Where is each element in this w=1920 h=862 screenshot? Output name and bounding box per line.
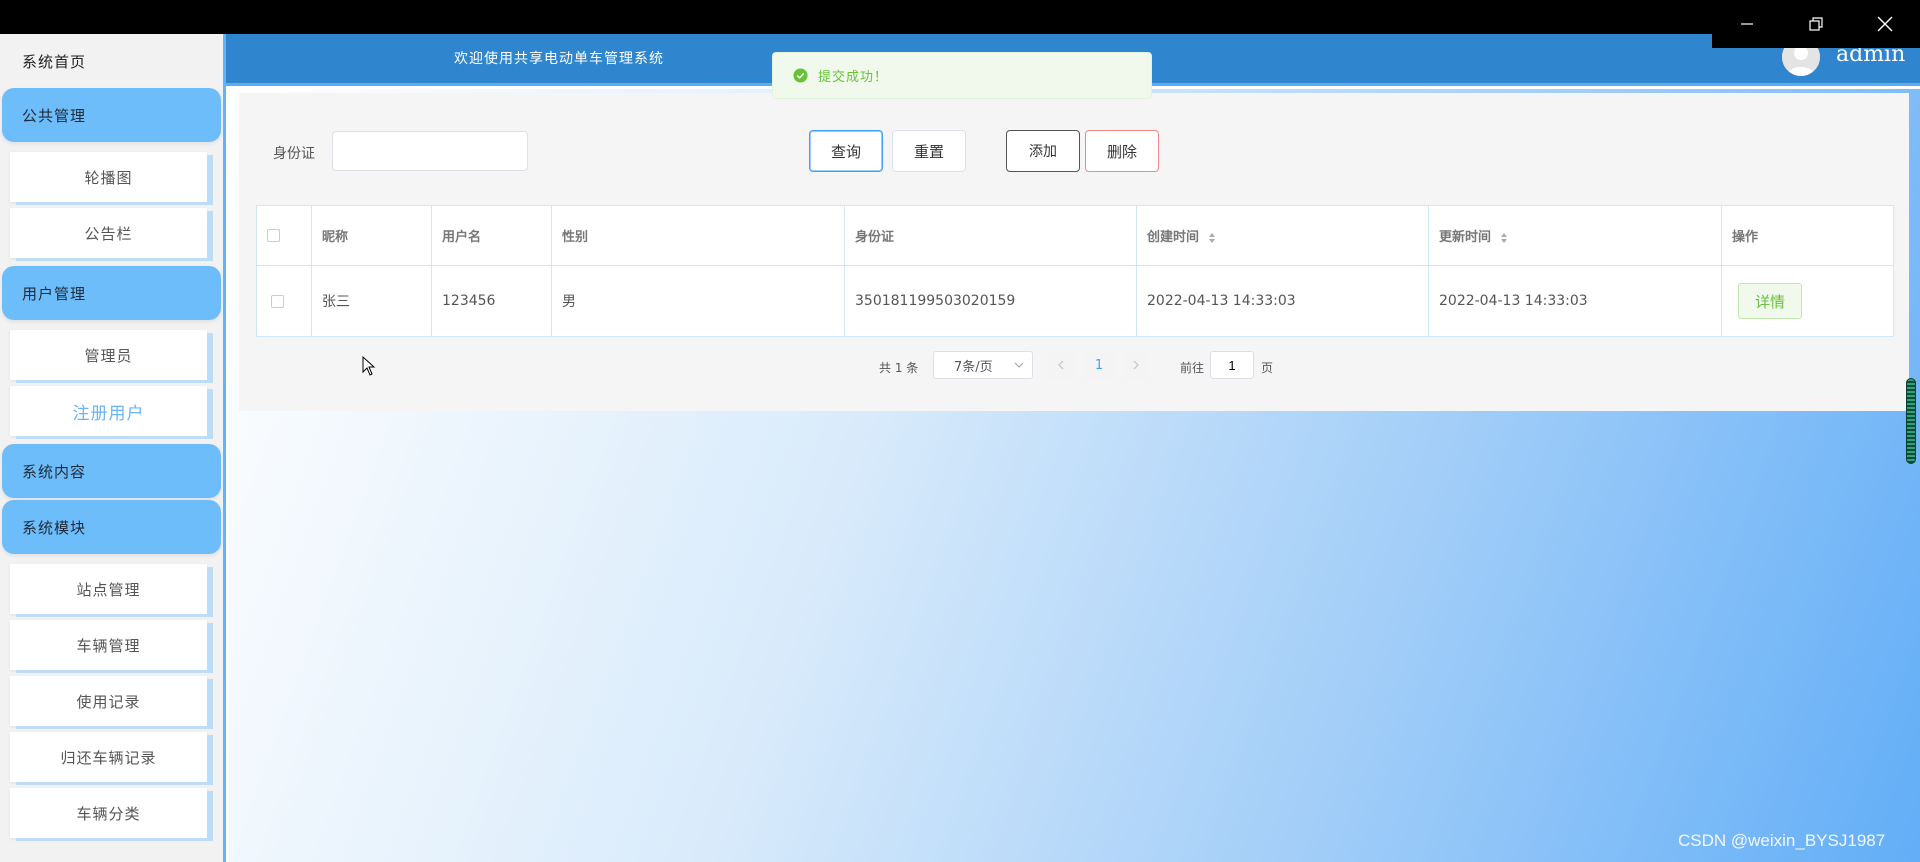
watermark: CSDN @weixin_BYSJ1987 [1678, 831, 1886, 850]
sidebar-item-vehicles[interactable]: 车辆管理 [10, 620, 207, 670]
reset-button[interactable]: 重置 [892, 130, 966, 172]
goto-label: 前往 [1180, 361, 1205, 375]
sort-icon[interactable] [1208, 232, 1216, 244]
sidebar-item-registered-users[interactable]: 注册用户 [10, 386, 207, 436]
close-icon [1877, 16, 1892, 32]
table-header-row: 昵称 用户名 性别 身份证 创建时间 更新时间 操作 [256, 205, 1894, 266]
scrollbar-thumb[interactable] [1906, 378, 1916, 464]
sidebar-home[interactable]: 系统首页 [0, 34, 223, 88]
id-card-search-input[interactable] [332, 131, 528, 171]
sidebar-group-modules[interactable]: 系统模块 [2, 500, 221, 554]
column-created-label: 创建时间 [1147, 230, 1200, 245]
sidebar-group-users[interactable]: 用户管理 [2, 266, 221, 320]
restore-icon [1808, 17, 1823, 31]
mouse-cursor-icon [362, 356, 376, 376]
row-checkbox[interactable] [271, 294, 284, 308]
users-table: 昵称 用户名 性别 身份证 创建时间 更新时间 操作 张三 123456 男 3… [256, 205, 1894, 337]
pagination: 共 1 条 7条/页 1 前往 页 [239, 351, 1909, 381]
toast-message: 提交成功！ [818, 70, 889, 85]
page-suffix: 页 [1261, 361, 1274, 375]
close-window-button[interactable] [1850, 0, 1919, 48]
delete-button[interactable]: 删除 [1085, 130, 1159, 172]
table-row: 张三 123456 男 350181199503020159 2022-04-1… [256, 265, 1894, 337]
column-created[interactable]: 创建时间 [1136, 205, 1429, 266]
column-nickname: 昵称 [311, 205, 432, 266]
column-id-card: 身份证 [844, 205, 1137, 266]
prev-page-button[interactable] [1047, 351, 1075, 379]
page-size-value: 7条/页 [954, 359, 993, 375]
pagination-total: 共 1 条 [879, 361, 919, 375]
search-label: 身份证 [273, 146, 315, 162]
page-size-select[interactable]: 7条/页 [933, 351, 1033, 379]
welcome-text: 欢迎使用共享电动单车管理系统 [454, 51, 664, 67]
select-all-checkbox[interactable] [267, 229, 280, 242]
cell-gender: 男 [551, 265, 845, 337]
column-gender: 性别 [551, 205, 845, 266]
column-updated[interactable]: 更新时间 [1428, 205, 1722, 266]
content-panel: 身份证 查询 重置 添加 删除 昵称 用户名 性别 身份证 创建时间 更新时间 … [239, 93, 1909, 411]
column-updated-label: 更新时间 [1439, 230, 1492, 245]
minimize-icon [1740, 23, 1753, 25]
query-button[interactable]: 查询 [809, 130, 883, 172]
sidebar-item-notice[interactable]: 公告栏 [10, 208, 207, 258]
sidebar-item-return-records[interactable]: 归还车辆记录 [10, 732, 207, 782]
page-number-button[interactable]: 1 [1082, 351, 1116, 379]
sidebar-item-vehicle-categories[interactable]: 车辆分类 [10, 788, 207, 838]
sidebar-item-carousel[interactable]: 轮播图 [10, 152, 207, 202]
window-titlebar [0, 0, 1920, 34]
main-content: 身份证 查询 重置 添加 删除 昵称 用户名 性别 身份证 创建时间 更新时间 … [229, 89, 1920, 862]
cell-updated: 2022-04-13 14:33:03 [1428, 265, 1722, 337]
sidebar: 系统首页 公共管理 轮播图 公告栏 用户管理 管理员 注册用户 系统内容 系统模… [0, 34, 226, 862]
sidebar-item-admins[interactable]: 管理员 [10, 330, 207, 380]
cell-id-card: 350181199503020159 [844, 265, 1137, 337]
cell-created: 2022-04-13 14:33:03 [1136, 265, 1429, 337]
minimize-button[interactable] [1712, 0, 1781, 48]
sidebar-item-usage-records[interactable]: 使用记录 [10, 676, 207, 726]
restore-button[interactable] [1781, 0, 1850, 48]
window-controls [1712, 0, 1920, 48]
sort-icon[interactable] [1500, 232, 1508, 244]
chevron-down-icon [1014, 362, 1024, 368]
chevron-left-icon [1058, 360, 1064, 370]
sidebar-item-stations[interactable]: 站点管理 [10, 564, 207, 614]
select-all-cell [256, 205, 312, 266]
row-select-cell [256, 265, 312, 337]
cell-actions: 详情 [1721, 265, 1894, 337]
chevron-right-icon [1133, 360, 1139, 370]
detail-button[interactable]: 详情 [1738, 283, 1802, 319]
sidebar-group-public[interactable]: 公共管理 [2, 88, 221, 142]
cell-nickname: 张三 [311, 265, 432, 337]
column-actions: 操作 [1721, 205, 1894, 266]
cell-username: 123456 [431, 265, 552, 337]
sidebar-group-content[interactable]: 系统内容 [2, 444, 221, 498]
check-circle-icon [793, 68, 808, 83]
success-toast: 提交成功！ [772, 52, 1152, 99]
column-username: 用户名 [431, 205, 552, 266]
next-page-button[interactable] [1122, 351, 1150, 379]
goto-page-input[interactable] [1210, 351, 1254, 379]
add-button[interactable]: 添加 [1006, 130, 1080, 172]
